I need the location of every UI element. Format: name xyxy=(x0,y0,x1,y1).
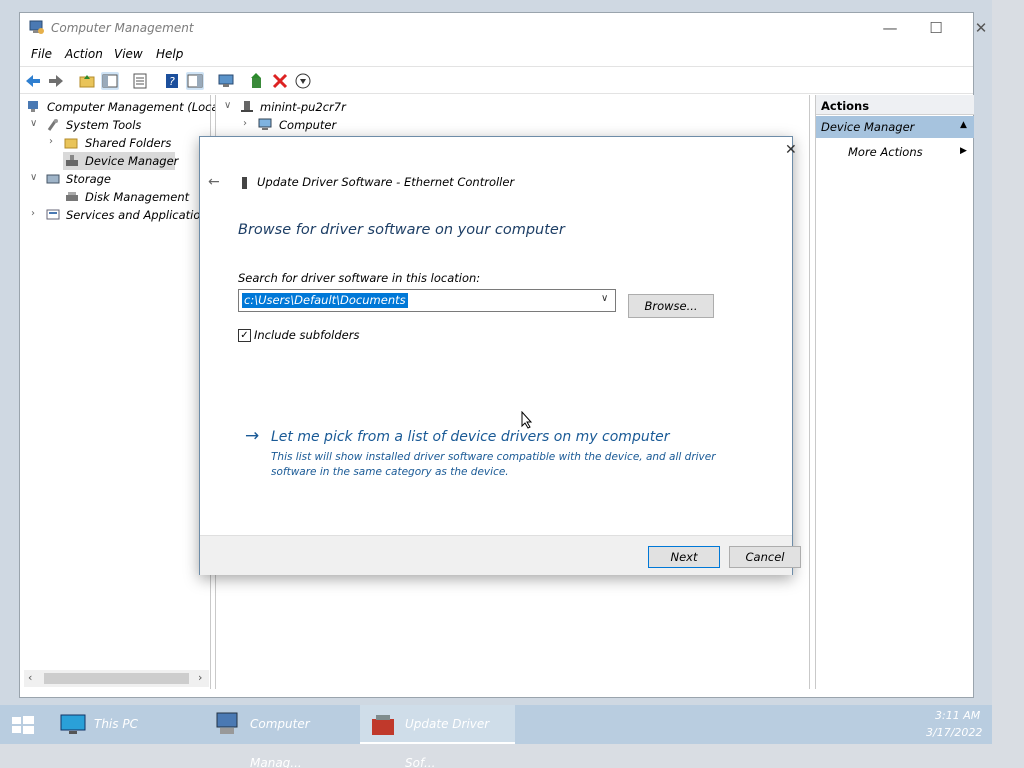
tree-item-computer-management[interactable]: Computer Management (Local) xyxy=(47,100,226,114)
tree-item-disk-management[interactable]: Disk Management xyxy=(85,190,189,204)
menu-help[interactable]: Help xyxy=(156,47,183,61)
maximize-button[interactable]: ☐ xyxy=(921,17,951,39)
pick-description-line-1: This list will show installed driver sof… xyxy=(271,451,716,463)
taskbar-item-computer-management[interactable]: Computer Manag... xyxy=(206,705,356,768)
close-button[interactable]: ✕ xyxy=(966,17,996,39)
chevron-down-icon[interactable]: ∨ xyxy=(224,100,231,111)
clock-time[interactable]: 3:11 AM xyxy=(935,709,980,722)
chevron-right-icon[interactable]: › xyxy=(243,118,247,129)
device-manager-icon xyxy=(65,154,79,167)
taskbar: This PC Computer Manag... Update Driver … xyxy=(0,705,992,768)
tree-item-device-manager[interactable]: Device Manager xyxy=(85,154,178,168)
taskbar-label: Update Driver Sof... xyxy=(405,717,490,768)
pick-from-list-link[interactable]: Let me pick from a list of device driver… xyxy=(271,429,670,445)
cancel-button[interactable]: Cancel xyxy=(729,546,801,568)
computer-management-icon xyxy=(27,100,41,113)
include-subfolders-label[interactable]: Include subfolders xyxy=(254,328,359,342)
scroll-right-icon[interactable]: › xyxy=(198,671,202,684)
disk-management-icon xyxy=(65,190,79,203)
driver-path-value[interactable]: c:\Users\Default\Documents xyxy=(242,293,408,308)
storage-icon xyxy=(46,172,60,185)
scan-hardware-icon[interactable] xyxy=(217,72,235,90)
more-actions-arrow-icon: ▶ xyxy=(960,146,967,156)
menu-action[interactable]: Action xyxy=(65,47,103,61)
actions-header: Actions xyxy=(816,95,974,115)
action-pane-icon[interactable] xyxy=(186,72,204,90)
dialog-title: Update Driver Software - Ethernet Contro… xyxy=(257,175,515,189)
help-icon[interactable]: ? xyxy=(163,72,181,90)
toolbar: ? xyxy=(20,66,973,94)
taskbar-item-this-pc[interactable]: This PC xyxy=(52,705,200,744)
dialog-heading: Browse for driver software on your compu… xyxy=(238,222,565,238)
chevron-down-icon[interactable]: ∨ xyxy=(30,118,37,129)
update-driver-icon xyxy=(370,711,396,753)
computer-management-icon xyxy=(29,20,45,35)
actions-pane: Actions Device Manager ▲ More Actions ▶ xyxy=(815,95,974,689)
menu-view[interactable]: View xyxy=(114,47,143,61)
back-arrow-icon[interactable]: ← xyxy=(208,174,220,190)
properties-icon[interactable] xyxy=(131,72,149,90)
status-bar xyxy=(20,691,973,699)
action-group-label: Device Manager xyxy=(821,120,915,134)
pick-description-line-2: software in the same category as the dev… xyxy=(271,466,509,478)
update-driver-icon[interactable] xyxy=(248,72,266,90)
chevron-right-icon[interactable]: › xyxy=(49,136,53,147)
taskbar-label: This PC xyxy=(94,717,138,731)
window-title: Computer Management xyxy=(51,21,194,35)
search-location-label: Search for driver software in this locat… xyxy=(238,271,481,285)
uninstall-icon[interactable] xyxy=(271,72,289,90)
tree-item-services-applications[interactable]: Services and Applications xyxy=(66,208,214,222)
this-pc-icon xyxy=(60,713,86,752)
download-icon[interactable] xyxy=(294,72,312,90)
windows-start-icon[interactable] xyxy=(12,716,34,737)
monitor-icon xyxy=(258,118,272,131)
title-bar[interactable]: Computer Management — ☐ ✕ xyxy=(20,13,987,43)
services-applications-icon xyxy=(46,208,60,221)
next-button[interactable]: Next xyxy=(648,546,720,568)
more-actions-item[interactable]: More Actions xyxy=(848,145,923,159)
tree-item-shared-folders[interactable]: Shared Folders xyxy=(85,136,171,150)
pick-arrow-icon[interactable]: → xyxy=(245,426,259,446)
menu-bar: File Action View Help xyxy=(20,43,973,65)
mouse-cursor-icon xyxy=(521,410,533,432)
taskbar-item-update-driver[interactable]: Update Driver Sof... xyxy=(360,705,515,768)
include-subfolders-checkbox[interactable]: ✓ xyxy=(238,329,251,342)
tree-item-storage[interactable]: Storage xyxy=(66,172,111,186)
menu-file[interactable]: File xyxy=(31,47,52,61)
dialog-footer: Next Cancel xyxy=(200,535,801,575)
action-group-device-manager[interactable]: Device Manager ▲ xyxy=(816,116,974,138)
dialog-close-button[interactable]: ✕ xyxy=(785,142,797,158)
horizontal-scrollbar[interactable]: ‹ › xyxy=(24,670,209,687)
scrollbar-thumb[interactable] xyxy=(44,673,189,684)
driver-path-combobox[interactable]: c:\Users\Default\Documents ∨ xyxy=(238,289,616,312)
svg-text:?: ? xyxy=(169,75,175,88)
taskbar-label: Computer Manag... xyxy=(250,717,310,768)
shared-folders-icon xyxy=(64,136,78,149)
clock-date[interactable]: 3/17/2022 xyxy=(926,726,982,739)
scroll-left-icon[interactable]: ‹ xyxy=(28,671,32,684)
ethernet-device-icon xyxy=(241,177,249,192)
console-tree-pane: Computer Management (Local) ∨ System Too… xyxy=(21,95,226,689)
device-tree-computer[interactable]: Computer xyxy=(279,118,336,132)
update-driver-dialog: ✕ ← Update Driver Software - Ethernet Co… xyxy=(199,136,801,575)
forward-icon[interactable] xyxy=(47,72,65,90)
computer-icon xyxy=(240,100,254,113)
up-folder-icon[interactable] xyxy=(78,72,96,90)
tree-item-system-tools[interactable]: System Tools xyxy=(66,118,141,132)
collapse-up-icon[interactable]: ▲ xyxy=(960,120,967,130)
system-tools-icon xyxy=(46,118,60,131)
device-tree-root[interactable]: minint-pu2cr7r xyxy=(260,100,346,114)
browse-button[interactable]: Browse... xyxy=(628,294,714,318)
actions-header-label: Actions xyxy=(821,99,870,113)
show-hide-tree-icon[interactable] xyxy=(101,72,119,90)
chevron-down-icon[interactable]: ∨ xyxy=(30,172,37,183)
computer-management-icon xyxy=(214,711,242,753)
minimize-button[interactable]: — xyxy=(875,17,905,39)
back-icon[interactable] xyxy=(24,72,42,90)
chevron-down-icon[interactable]: ∨ xyxy=(601,293,608,304)
chevron-right-icon[interactable]: › xyxy=(31,208,35,219)
